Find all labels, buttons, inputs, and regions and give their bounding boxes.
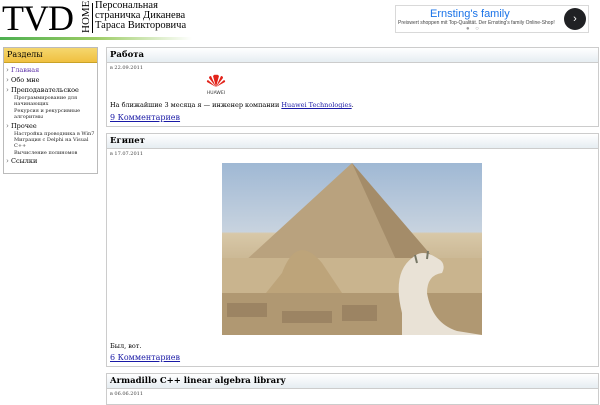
sidebar-subitem-recursion[interactable]: Рекурсия и рекурсивные алгоритмы — [4, 108, 97, 121]
sidebar-subitem-delphi[interactable]: Миграция с Delphi на Visual C++ — [4, 137, 97, 150]
ad-dots-icon: ● ○ — [466, 26, 481, 32]
huawei-logo-text: HUAWEI — [207, 90, 225, 96]
huawei-link[interactable]: Huawei Technologies — [281, 101, 351, 109]
post-egypt: Египет в 17.07.2011 Был, вот. 6 Коммента… — [106, 133, 599, 367]
sidebar-item-links[interactable]: Ссылки — [4, 156, 97, 166]
post-title[interactable]: Работа — [107, 48, 598, 63]
post-text-before: На ближайшие 3 месяца я — инженер компан… — [110, 101, 282, 109]
site-logo[interactable]: TVD — [2, 0, 74, 36]
ad-title[interactable]: Ernsting's family — [430, 8, 510, 20]
sidebar: Разделы Главная Обо мне Преподавательско… — [3, 47, 98, 174]
post-text-after: . — [351, 101, 354, 109]
sidebar-subitem-programming[interactable]: Программирование для начинающих — [4, 95, 97, 108]
post-text: На ближайшие 3 месяца я — инженер компан… — [107, 101, 354, 109]
logo-home-label: HOME — [80, 0, 93, 33]
post-title[interactable]: Armadillo C++ linear algebra library — [107, 374, 598, 389]
post-date: в 22.09.2011 — [110, 65, 144, 71]
huawei-logo-icon: HUAWEI — [206, 74, 226, 96]
ad-arrow-button[interactable]: › — [564, 8, 586, 30]
sidebar-menu: Главная Обо мне Преподавательское Програ… — [4, 65, 97, 166]
egypt-photo-illustration — [222, 163, 482, 335]
site-title: Персональная страничка Диканева Тараса В… — [95, 0, 187, 31]
header-divider — [0, 37, 192, 40]
egypt-photo[interactable] — [222, 163, 482, 335]
sidebar-item-teaching[interactable]: Преподавательское — [4, 85, 97, 95]
sidebar-item-about[interactable]: Обо мне — [4, 75, 97, 85]
comments-link[interactable]: 6 Комментариев — [107, 353, 180, 362]
post-armadillo: Armadillo C++ linear algebra library в 0… — [106, 373, 599, 405]
post-work: Работа в 22.09.2011 HUAWEI На ближайшие … — [106, 47, 599, 127]
sidebar-item-other[interactable]: Прочее — [4, 121, 97, 131]
post-text: Был, вот. — [110, 342, 142, 350]
comments-link[interactable]: 9 Комментариев — [107, 113, 180, 122]
post-date: в 17.07.2011 — [110, 151, 144, 157]
post-date: в 06.06.2011 — [110, 391, 144, 397]
post-title[interactable]: Египет — [107, 134, 598, 149]
sidebar-heading: Разделы — [4, 48, 97, 63]
sidebar-item-home[interactable]: Главная — [4, 65, 97, 75]
ad-banner[interactable]: Ernsting's family Preiswert shoppen mit … — [395, 5, 589, 33]
